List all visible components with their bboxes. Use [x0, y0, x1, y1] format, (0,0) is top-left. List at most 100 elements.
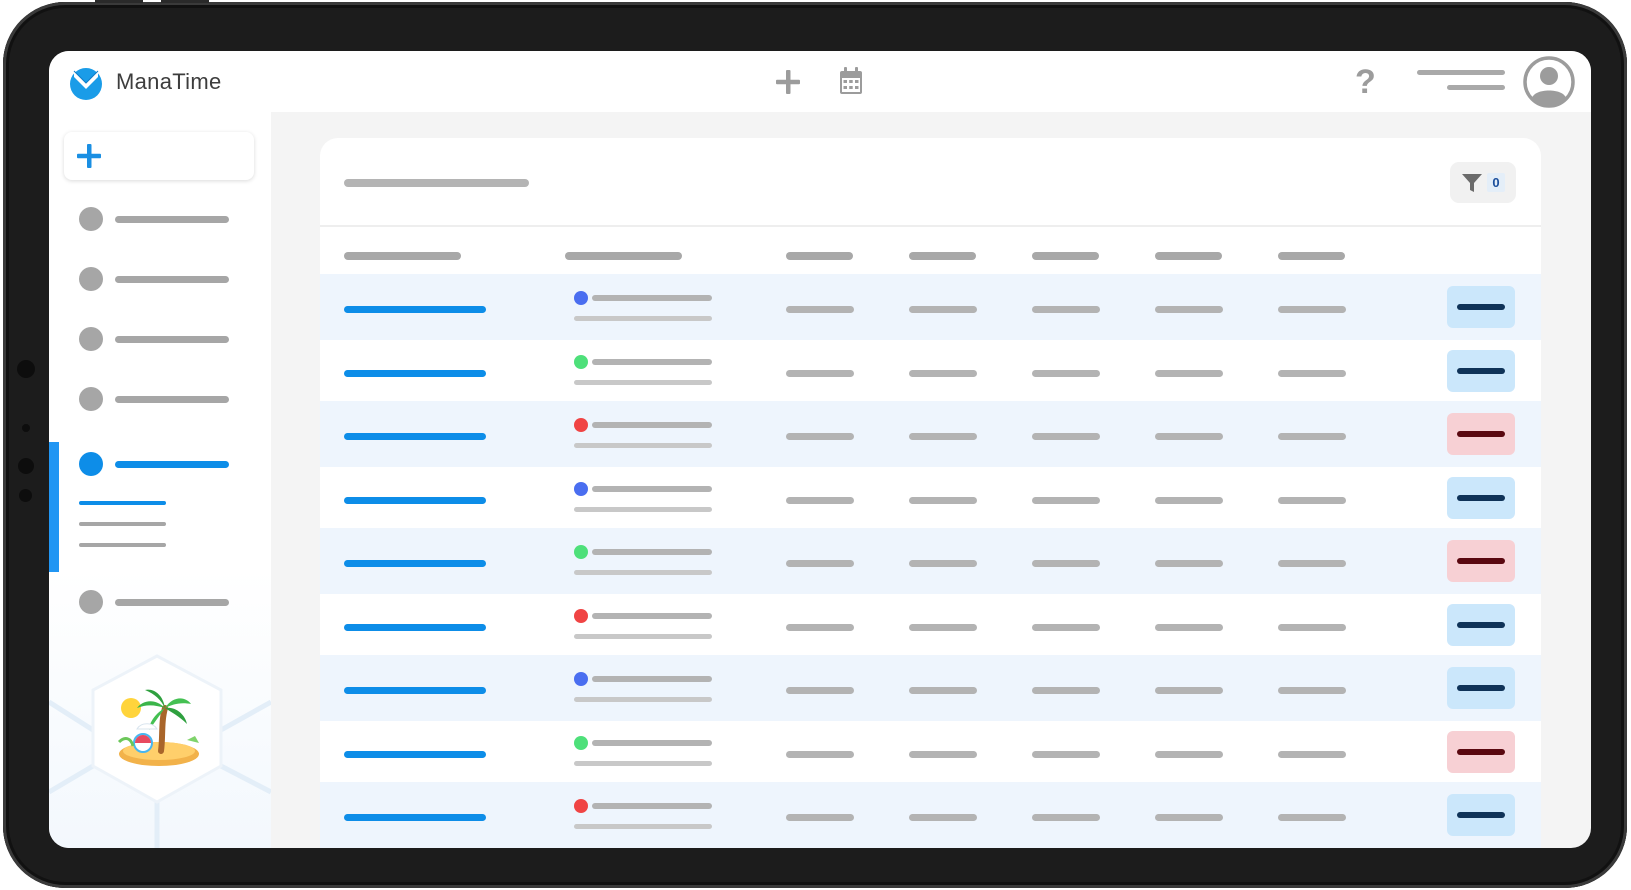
- card-title: [344, 179, 529, 187]
- sidebar-subitem-active[interactable]: [79, 501, 166, 505]
- column-header[interactable]: [344, 252, 461, 260]
- column-header[interactable]: [786, 252, 853, 260]
- table-cell: [1155, 560, 1223, 567]
- status-badge[interactable]: [1447, 730, 1515, 773]
- table-cell: [786, 496, 854, 504]
- table-cell: [1155, 750, 1223, 758]
- status-dot-icon: [574, 354, 588, 369]
- column-header[interactable]: [1278, 252, 1345, 260]
- status-badge[interactable]: [1447, 349, 1515, 392]
- request-subtext: [574, 824, 712, 829]
- status-dot-icon: [574, 291, 588, 305]
- table-row[interactable]: [320, 401, 1541, 467]
- status-badge[interactable]: [1447, 603, 1515, 646]
- table-cell: [1032, 623, 1100, 631]
- sidebar-item[interactable]: [79, 267, 239, 291]
- employee-name-link[interactable]: [344, 814, 486, 821]
- nav-dot-icon: [79, 452, 103, 476]
- employee-name-link[interactable]: [344, 750, 486, 758]
- request-type-text: [592, 295, 712, 301]
- table-row[interactable]: [320, 465, 1541, 531]
- status-badge-label: [1457, 812, 1505, 818]
- column-header[interactable]: [1155, 252, 1222, 260]
- request-type-text: [592, 549, 712, 555]
- sidebar-item[interactable]: [79, 327, 239, 351]
- sidebar-subitem[interactable]: [79, 543, 166, 547]
- table-cell: [909, 306, 977, 313]
- table-row[interactable]: [320, 655, 1541, 721]
- table-cell: [786, 306, 854, 313]
- sidebar: [49, 112, 271, 848]
- table-cell: [1032, 750, 1100, 758]
- status-dot-icon: [574, 672, 588, 686]
- sidebar-item-active[interactable]: [79, 452, 239, 476]
- status-badge-label: [1457, 367, 1505, 374]
- status-badge-label: [1457, 748, 1505, 755]
- employee-name-link[interactable]: [344, 369, 486, 377]
- status-badge[interactable]: [1447, 667, 1515, 709]
- requests-card: 0: [320, 138, 1541, 848]
- status-dot-icon: [574, 418, 588, 432]
- table-row[interactable]: [320, 719, 1541, 785]
- request-subtext: [574, 570, 712, 575]
- table-cell: [1155, 369, 1223, 377]
- request-type-text: [592, 739, 712, 746]
- calendar-icon[interactable]: [839, 67, 863, 95]
- nav-dot-icon: [79, 590, 103, 614]
- status-badge[interactable]: [1447, 413, 1515, 455]
- employee-name-link[interactable]: [344, 433, 486, 440]
- new-request-button[interactable]: [64, 132, 254, 180]
- status-dot-icon: [574, 799, 588, 813]
- device-volume-button: [161, 0, 209, 3]
- status-badge[interactable]: [1447, 476, 1515, 519]
- employee-name-link[interactable]: [344, 560, 486, 567]
- sensor-dot: [18, 458, 34, 474]
- beach-island-illustration: [49, 654, 271, 848]
- request-subtext: [574, 697, 712, 702]
- table-row[interactable]: [320, 338, 1541, 404]
- sidebar-item[interactable]: [79, 590, 239, 614]
- status-badge-label: [1457, 685, 1505, 691]
- sidebar-subitem[interactable]: [79, 522, 166, 526]
- table-row[interactable]: [320, 274, 1541, 340]
- plus-icon[interactable]: [775, 69, 801, 95]
- filter-button[interactable]: 0: [1450, 162, 1516, 203]
- table-cell: [1155, 496, 1223, 504]
- sidebar-item[interactable]: [79, 387, 239, 411]
- request-subtext: [574, 633, 712, 639]
- sidebar-item[interactable]: [79, 207, 239, 231]
- tablet-frame: ManaTime ? 0: [3, 0, 1627, 888]
- user-avatar-icon[interactable]: [1523, 56, 1575, 108]
- table-row[interactable]: [320, 592, 1541, 658]
- nav-dot-icon: [79, 207, 103, 231]
- column-header[interactable]: [909, 252, 976, 260]
- table-cell: [786, 560, 854, 567]
- column-header[interactable]: [1032, 252, 1099, 260]
- table-row[interactable]: [320, 528, 1541, 594]
- table-cell: [909, 433, 977, 440]
- table-cell: [1278, 623, 1346, 631]
- request-subtext: [574, 760, 712, 766]
- app-screen: ManaTime ? 0: [49, 51, 1591, 848]
- request-subtext: [574, 443, 712, 448]
- employee-name-link[interactable]: [344, 623, 486, 631]
- table-cell: [786, 623, 854, 631]
- status-badge-label: [1457, 494, 1505, 501]
- menu-lines-icon[interactable]: [1417, 70, 1507, 92]
- status-badge[interactable]: [1447, 540, 1515, 582]
- employee-name-link[interactable]: [344, 306, 486, 313]
- employee-name-link[interactable]: [344, 687, 486, 694]
- request-type-text: [592, 676, 712, 682]
- employee-name-link[interactable]: [344, 496, 486, 504]
- status-badge[interactable]: [1447, 286, 1515, 328]
- manatime-logo-icon[interactable]: [68, 63, 104, 101]
- column-header[interactable]: [565, 252, 682, 260]
- table-cell: [1032, 496, 1100, 504]
- status-badge[interactable]: [1447, 794, 1515, 836]
- status-badge-label: [1457, 304, 1505, 310]
- table-row[interactable]: [320, 782, 1541, 848]
- plus-icon: [77, 144, 101, 168]
- help-icon[interactable]: ?: [1355, 63, 1376, 102]
- request-type-text: [592, 358, 712, 365]
- table-cell: [1278, 496, 1346, 504]
